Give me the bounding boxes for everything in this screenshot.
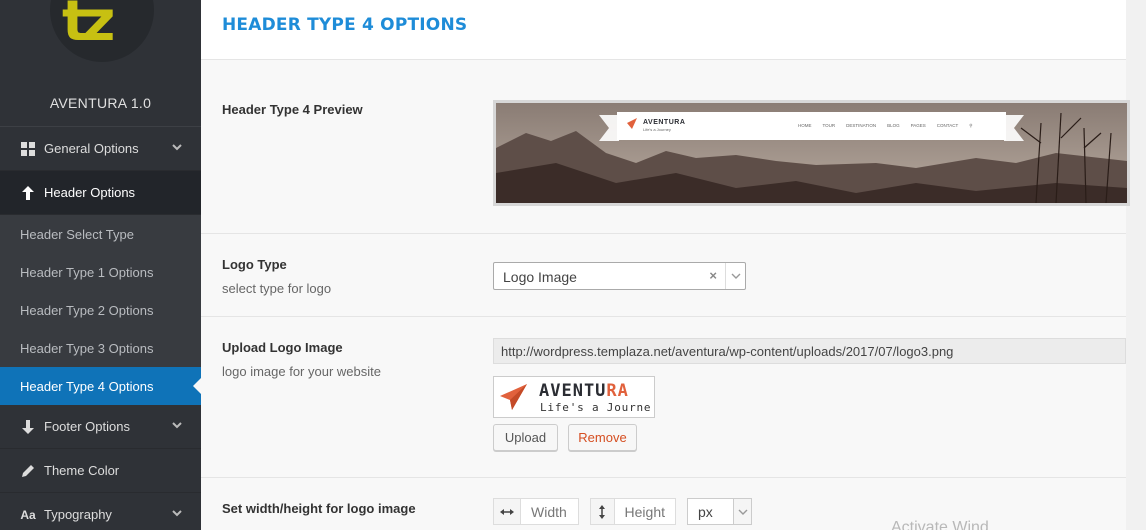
unit-value: px: [698, 504, 713, 520]
preview-label: Header Type 4 Preview: [222, 102, 363, 117]
logo-type-desc: select type for logo: [222, 281, 332, 296]
sidebar-item-label: Header Type 1 Options: [20, 264, 154, 280]
sidebar-item-label: Header Select Type: [20, 226, 134, 242]
sidebar-item-label: Typography: [44, 507, 112, 522]
pencil-icon: [20, 463, 36, 479]
chevron-down-icon: [171, 419, 183, 431]
sidebar-subitem-header-type-2[interactable]: Header Type 2 Options: [0, 291, 201, 329]
admin-sidebar: tz AVENTURA 1.0 General Options Header O…: [0, 0, 201, 530]
activation-watermark: Activate Wind: [891, 519, 989, 530]
logo-url-field[interactable]: http://wordpress.templaza.net/aventura/w…: [493, 338, 1126, 364]
sidebar-nav: General Options Header Options Header Se…: [0, 126, 201, 530]
preview-menu-item: PAGES: [910, 123, 926, 128]
chevron-down-icon: [171, 507, 183, 519]
sidebar-item-label: Header Type 4 Options: [20, 378, 154, 394]
sidebar-item-label: Header Options: [44, 185, 136, 200]
sidebar-item-label: Footer Options: [44, 419, 130, 434]
logo-type-select[interactable]: Logo Image ×: [493, 262, 746, 290]
clear-selection-icon[interactable]: ×: [709, 268, 717, 283]
preview-menu-item: BLOG: [887, 123, 900, 128]
width-placeholder: Width: [531, 504, 567, 520]
sidebar-subitem-header-select-type[interactable]: Header Select Type: [0, 215, 201, 253]
grid-icon: [20, 141, 36, 157]
preview-logo-tagline: Life's a Journey: [643, 127, 671, 132]
horizontal-arrows-icon: [494, 499, 521, 524]
chevron-down-icon[interactable]: [725, 263, 745, 289]
sidebar-item-label: General Options: [44, 141, 139, 156]
section-title-bar: HEADER TYPE 4 OPTIONS: [201, 0, 1126, 60]
sidebar-item-theme-color[interactable]: Theme Color: [0, 449, 201, 493]
sidebar-subitem-header-type-4[interactable]: Header Type 4 Options: [0, 367, 201, 405]
preview-logo-name: AVENTURA: [643, 119, 686, 126]
upload-logo-label: Upload Logo Image: [222, 340, 343, 355]
preview-menu-item: HOME: [798, 123, 812, 128]
header-preview-image: AVENTURA Life's a Journey HOME TOUR DEST…: [493, 100, 1130, 206]
sidebar-item-footer-options[interactable]: Footer Options: [0, 405, 201, 449]
height-input[interactable]: Height: [590, 498, 676, 525]
sidebar-item-label: Theme Color: [44, 463, 120, 478]
arrow-down-icon: [20, 419, 36, 435]
preview-menu-item: CONTACT: [936, 123, 959, 128]
logo-type-label: Logo Type: [222, 257, 287, 272]
preview-menu-item: DESTINATION: [846, 123, 877, 128]
chevron-down-icon[interactable]: [733, 499, 751, 524]
upload-logo-desc: logo image for your website: [222, 364, 381, 379]
height-placeholder: Height: [624, 504, 665, 520]
preview-menu-item: TOUR: [822, 123, 836, 128]
sidebar-logo-area: tz AVENTURA 1.0: [0, 0, 201, 126]
preview-menu: HOME TOUR DESTINATION BLOG PAGES CONTACT…: [798, 123, 973, 129]
remove-button[interactable]: Remove: [568, 424, 637, 451]
paper-plane-icon: [500, 384, 527, 410]
sidebar-item-label: Header Type 2 Options: [20, 302, 154, 318]
sidebar-item-label: Header Type 3 Options: [20, 340, 154, 356]
page-title: HEADER TYPE 4 OPTIONS: [222, 15, 468, 35]
chevron-down-icon: [171, 141, 183, 153]
options-panel: HEADER TYPE 4 OPTIONS Header Type 4 Prev…: [201, 0, 1146, 530]
sidebar-item-general-options[interactable]: General Options: [0, 127, 201, 171]
right-gutter: [1126, 0, 1146, 530]
logo-thumbnail-tagline: Life's a Journe: [540, 401, 652, 414]
upload-button[interactable]: Upload: [493, 424, 558, 451]
logo-thumbnail: AVENTURA Life's a Journe: [493, 376, 655, 418]
preview-search-icon: ⚲: [969, 123, 973, 128]
font-icon: Aa: [20, 507, 36, 522]
sidebar-subitem-header-type-3[interactable]: Header Type 3 Options: [0, 329, 201, 367]
sidebar-subitem-header-type-1[interactable]: Header Type 1 Options: [0, 253, 201, 291]
logo-type-value: Logo Image: [503, 269, 577, 285]
sidebar-item-header-options[interactable]: Header Options: [0, 171, 201, 215]
tz-logo: tz: [62, 0, 115, 54]
brand-name: AVENTURA 1.0: [49, 95, 152, 111]
vertical-arrows-icon: [591, 499, 615, 524]
logo-dimensions-label: Set width/height for logo image: [222, 501, 416, 516]
width-input[interactable]: Width: [493, 498, 579, 525]
unit-select[interactable]: px: [687, 498, 752, 525]
logo-thumbnail-word: AVENTURA: [539, 381, 629, 401]
sidebar-item-typography[interactable]: Aa Typography: [0, 493, 201, 530]
arrow-up-icon: [20, 185, 36, 201]
